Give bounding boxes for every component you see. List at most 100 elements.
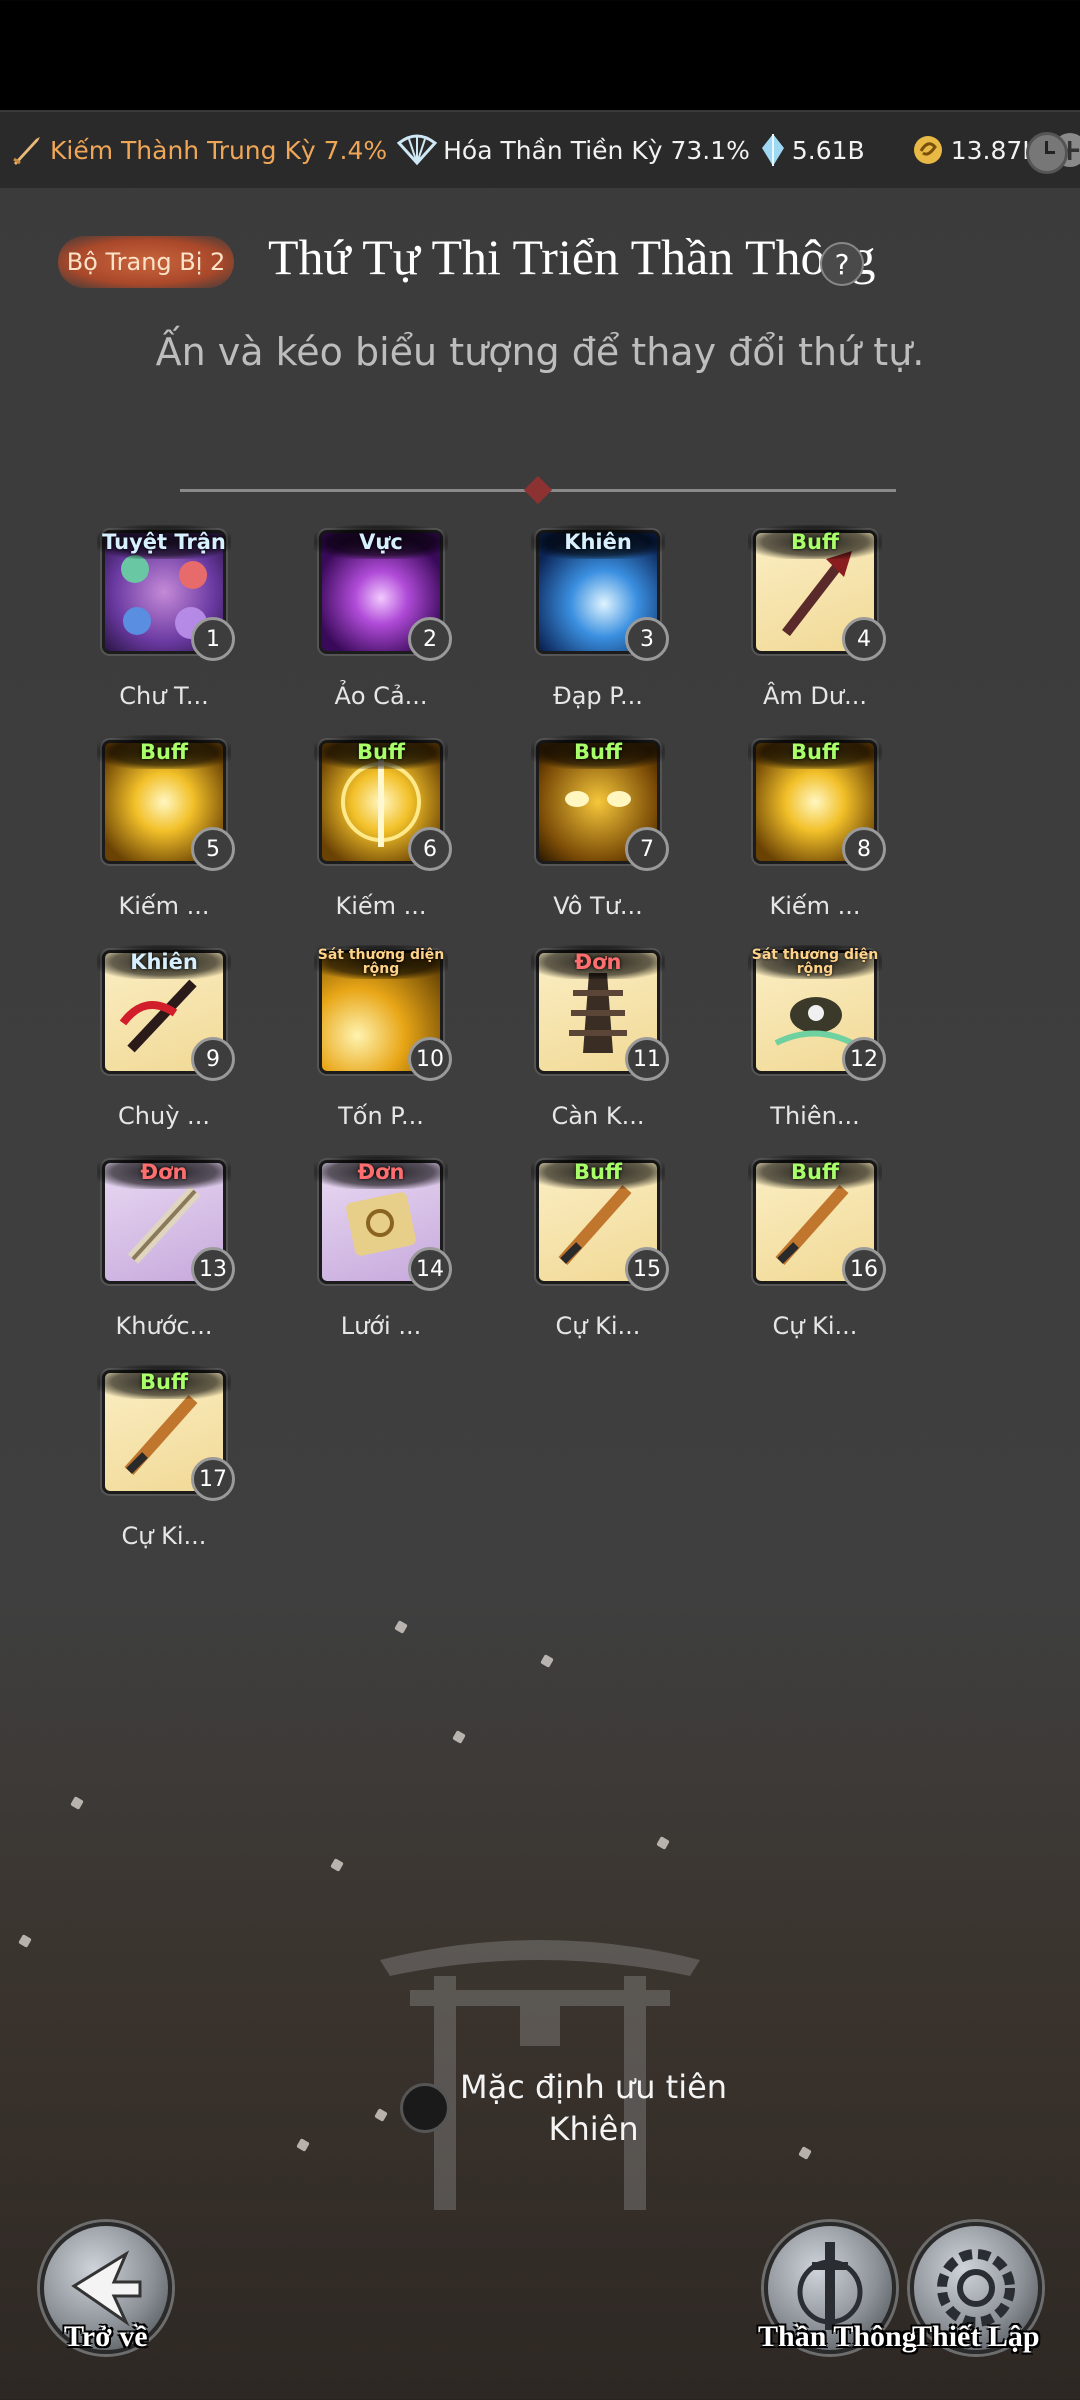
skill-order-number: 6	[408, 827, 452, 871]
skill-name: Âm Dư...	[762, 682, 867, 710]
skill-slot-12[interactable]: Sát thương diện rộng 12 Thiên...	[715, 945, 915, 1130]
skill-category: Khiên	[97, 945, 231, 979]
skill-icon[interactable]: Buff 8	[748, 735, 886, 871]
skill-icon[interactable]: Đơn 11	[531, 945, 669, 1081]
skill-category: Buff	[748, 1155, 882, 1189]
skill-slot-7[interactable]: Buff 7 Vô Tư...	[498, 735, 698, 920]
skill-icon[interactable]: Đơn 14	[314, 1155, 452, 1291]
default-priority-toggle[interactable]: Mặc định ưu tiên Khiên	[400, 2066, 760, 2150]
skill-slot-9[interactable]: Khiên 9 Chuỳ ...	[64, 945, 264, 1130]
spirit-stone-icon	[913, 136, 942, 164]
realm-1: Kiếm Thành Trung Kỳ 7.4%	[10, 133, 387, 167]
divine-skill-button-label[interactable]: Thần Thông	[758, 2320, 917, 2354]
skill-name: Khước...	[115, 1312, 213, 1340]
skill-slot-4[interactable]: Buff 4 Âm Dư...	[715, 525, 915, 710]
skill-category: Đơn	[314, 1155, 448, 1189]
skill-icon[interactable]: Đơn 13	[97, 1155, 235, 1291]
skill-order-number: 2	[408, 617, 452, 661]
realm-1-text: Kiếm Thành Trung Kỳ 7.4%	[50, 135, 388, 165]
skill-name: Thiên...	[770, 1102, 860, 1130]
skill-category: Buff	[748, 525, 882, 559]
skill-name: Càn K...	[551, 1102, 645, 1130]
petal-decoration	[70, 1796, 84, 1810]
skill-icon[interactable]: Tuyệt Trận 1	[97, 525, 235, 661]
petal-decoration	[296, 2138, 310, 2152]
skill-icon[interactable]: Buff 5	[97, 735, 235, 871]
skill-icon[interactable]: Vực 2	[314, 525, 452, 661]
skill-name: Đạp P...	[553, 682, 643, 710]
skill-icon[interactable]: Buff 17	[97, 1365, 235, 1501]
skill-name: Cự Ki...	[121, 1522, 207, 1550]
skill-slot-11[interactable]: Đơn 11 Càn K...	[498, 945, 698, 1130]
skill-name: Cự Ki...	[772, 1312, 858, 1340]
loadout-tag[interactable]: Bộ Trang Bị 2	[58, 236, 234, 288]
petal-decoration	[798, 2146, 812, 2160]
skill-category: Sát thương diện rộng	[748, 945, 882, 979]
instruction-text: Ấn và kéo biểu tượng để thay đổi thứ tự.	[155, 330, 925, 374]
divider-ornament	[523, 475, 553, 505]
skill-slot-15[interactable]: Buff 15 Cự Ki...	[498, 1155, 698, 1340]
skill-slot-8[interactable]: Buff 8 Kiếm ...	[715, 735, 915, 920]
skill-slot-3[interactable]: Khiên 3 Đạp P...	[498, 525, 698, 710]
skill-category: Buff	[531, 1155, 665, 1189]
skill-category: Đơn	[531, 945, 665, 979]
petal-decoration	[330, 1858, 344, 1872]
crystal-icon	[761, 134, 784, 166]
skill-order-number: 10	[408, 1037, 452, 1081]
petal-decoration	[18, 1934, 32, 1948]
skill-slot-10[interactable]: Sát thương diện rộng 10 Tốn P...	[281, 945, 481, 1130]
skill-slot-5[interactable]: Buff 5 Kiếm ...	[64, 735, 264, 920]
skill-category: Buff	[97, 1365, 231, 1399]
skill-icon[interactable]: Buff 6	[314, 735, 452, 871]
skill-slot-2[interactable]: Vực 2 Ảo Cả...	[281, 525, 481, 710]
skill-name: Chư T...	[119, 682, 209, 710]
skill-name: Vô Tư...	[553, 892, 643, 920]
skill-order-number: 1	[191, 617, 235, 661]
skill-slot-13[interactable]: Đơn 13 Khước...	[64, 1155, 264, 1340]
skill-order-number: 13	[191, 1247, 235, 1291]
skill-slot-16[interactable]: Buff 16 Cự Ki...	[715, 1155, 915, 1340]
clock-icon[interactable]	[1026, 132, 1068, 174]
default-priority-line1: Mặc định ưu tiên	[460, 2068, 728, 2106]
skill-name: Kiếm ...	[335, 892, 427, 920]
default-priority-label: Mặc định ưu tiên Khiên	[460, 2066, 727, 2150]
skill-slot-1[interactable]: Tuyệt Trận 1 Chư T...	[64, 525, 264, 710]
skill-name: Tốn P...	[338, 1102, 424, 1130]
skill-category: Buff	[748, 735, 882, 769]
skill-name: Ảo Cả...	[334, 682, 428, 710]
skill-icon[interactable]: Sát thương diện rộng 10	[314, 945, 452, 1081]
resource-bar: Kiếm Thành Trung Kỳ 7.4% Hóa Thần Tiền K…	[0, 112, 1080, 188]
skill-icon[interactable]: Buff 7	[531, 735, 669, 871]
fan-icon	[397, 134, 438, 166]
skill-icon[interactable]: Buff 15	[531, 1155, 669, 1291]
help-button[interactable]: ?	[820, 242, 864, 286]
skill-category: Sát thương diện rộng	[314, 945, 448, 979]
realm-2-text: Hóa Thần Tiền Kỳ 73.1%	[443, 135, 750, 165]
skill-icon[interactable]: Khiên 9	[97, 945, 235, 1081]
skill-order-number: 8	[842, 827, 886, 871]
skill-name: Kiếm ...	[769, 892, 861, 920]
default-priority-line2: Khiên	[548, 2110, 639, 2148]
crystal-value: 5.61B	[791, 135, 865, 165]
skill-category: Đơn	[97, 1155, 231, 1189]
skill-order-number: 7	[625, 827, 669, 871]
skill-order-number: 9	[191, 1037, 235, 1081]
settings-button-label[interactable]: Thiết Lập	[912, 2320, 1040, 2354]
petal-decoration	[452, 1730, 466, 1744]
realm-2: Hóa Thần Tiền Kỳ 73.1%	[397, 133, 750, 167]
back-button-label[interactable]: Trở về	[64, 2320, 148, 2354]
crystal-counter: 5.61B	[760, 132, 865, 168]
skill-name: Lưới ...	[340, 1312, 422, 1340]
default-priority-radio[interactable]	[400, 2083, 450, 2133]
skill-order-number: 12	[842, 1037, 886, 1081]
skill-icon[interactable]: Khiên 3	[531, 525, 669, 661]
skill-slot-17[interactable]: Buff 17 Cự Ki...	[64, 1365, 264, 1550]
skill-name: Chuỳ ...	[118, 1102, 210, 1130]
skill-order-number: 11	[625, 1037, 669, 1081]
skill-slot-14[interactable]: Đơn 14 Lưới ...	[281, 1155, 481, 1340]
skill-icon[interactable]: Sát thương diện rộng 12	[748, 945, 886, 1081]
skill-icon[interactable]: Buff 4	[748, 525, 886, 661]
skill-icon[interactable]: Buff 16	[748, 1155, 886, 1291]
skill-slot-6[interactable]: Buff 6 Kiếm ...	[281, 735, 481, 920]
petal-decoration	[540, 1654, 554, 1668]
